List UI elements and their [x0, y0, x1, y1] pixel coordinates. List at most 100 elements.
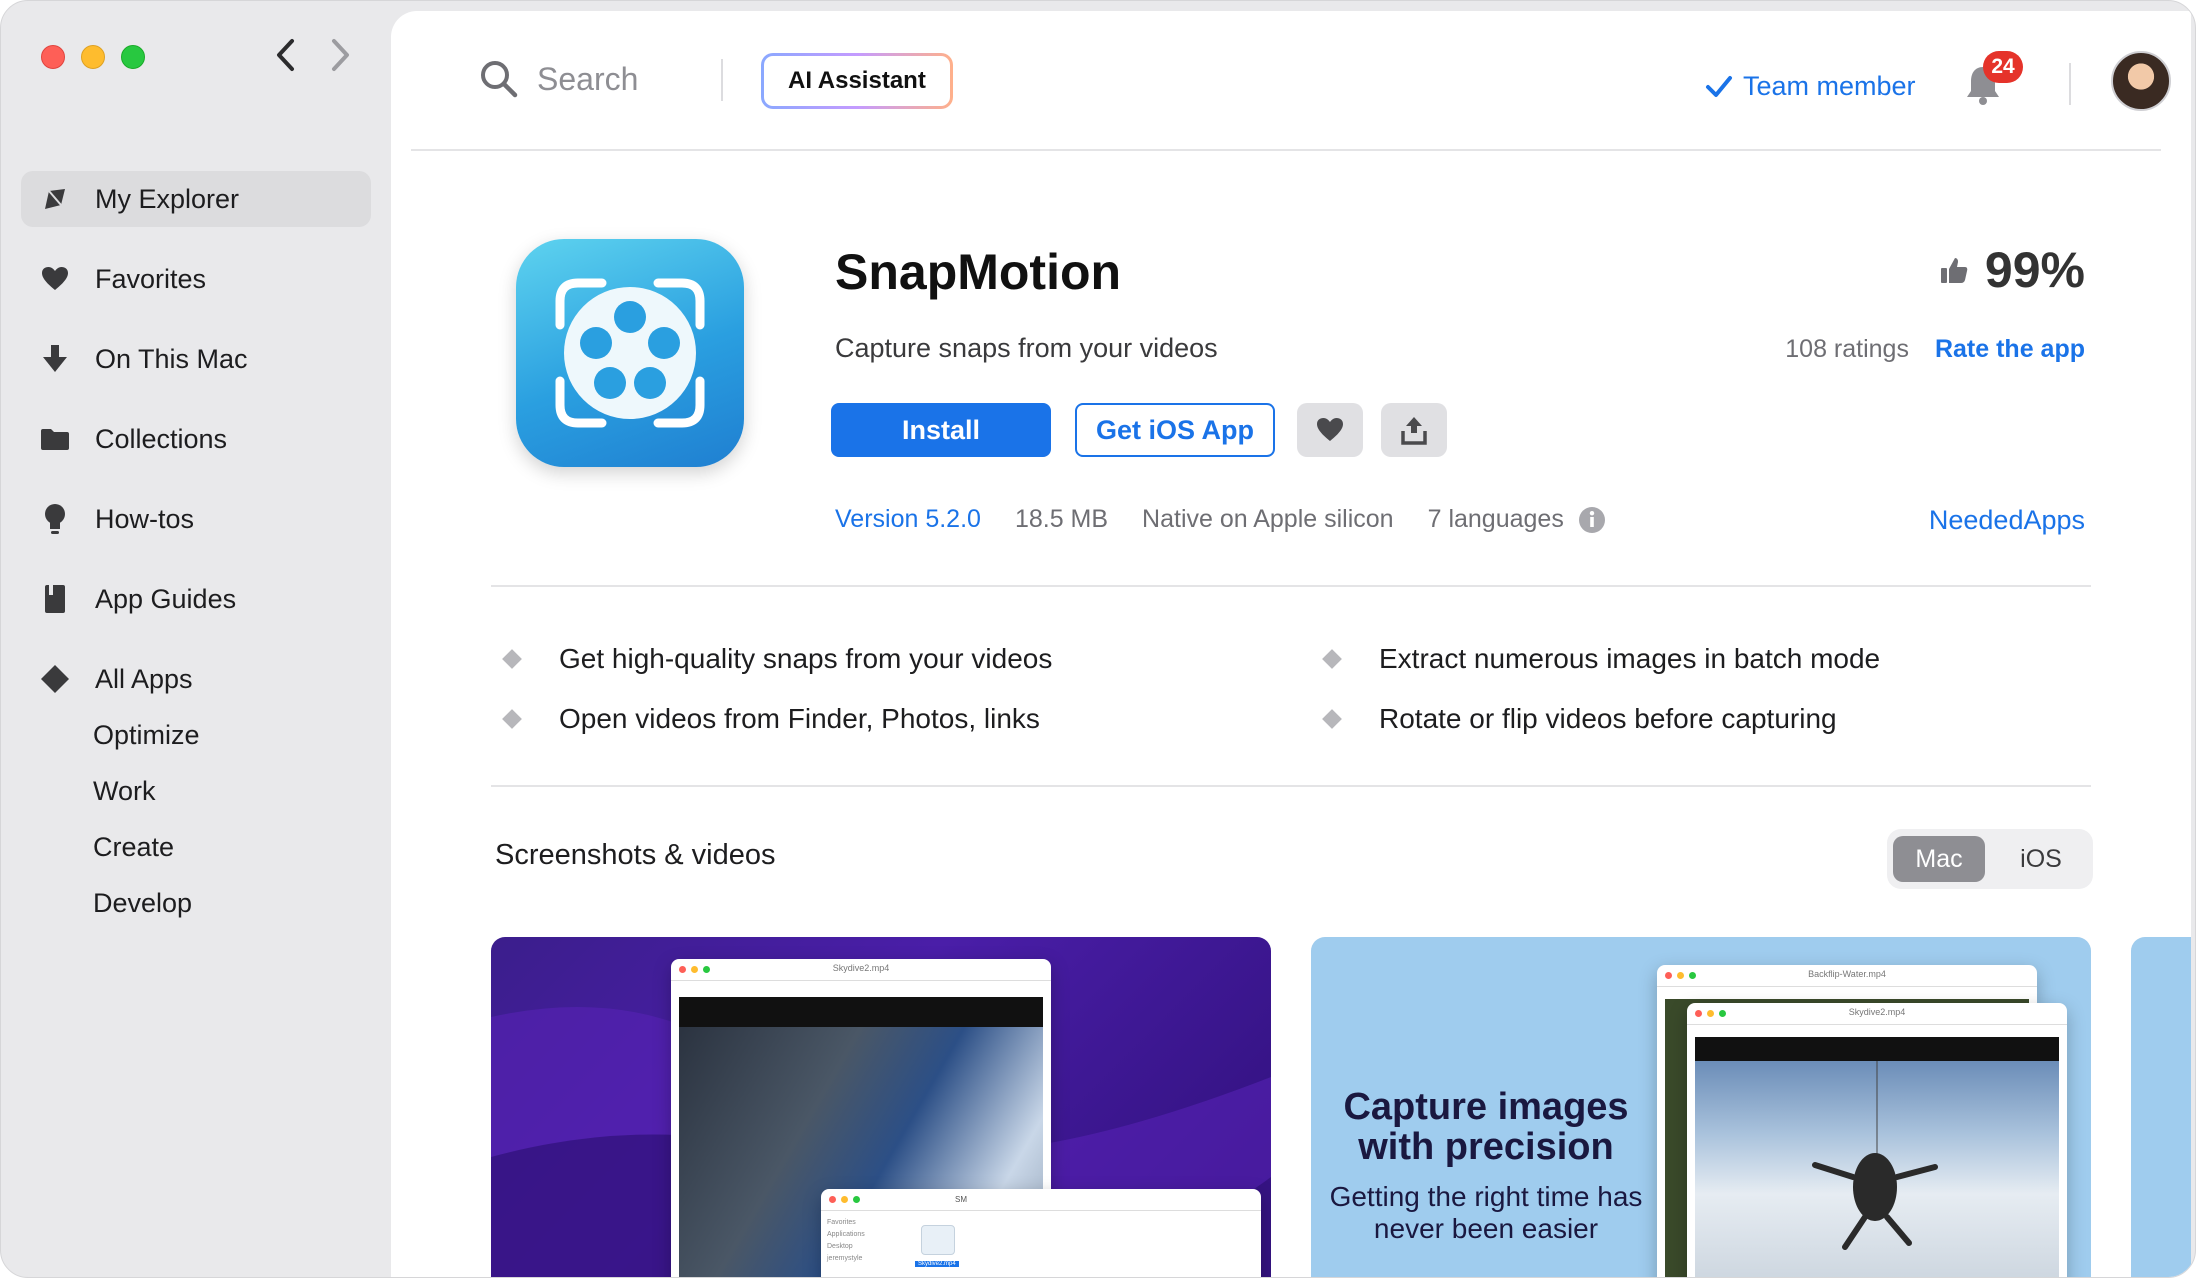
screenshots-heading: Screenshots & videos — [495, 839, 776, 871]
app-icon — [516, 239, 744, 467]
forward-arrow-icon[interactable] — [327, 37, 353, 73]
mock-window-front: Skydive2.mp4 — [1687, 1003, 2067, 1277]
mock-finder-item: jeremystyle — [827, 1255, 863, 1262]
platform-mac-tab[interactable]: Mac — [1893, 836, 1985, 882]
rating-percent: 99% — [1984, 242, 2085, 298]
sidebar-item-label: App Guides — [95, 583, 237, 614]
mock-window-title: Skydive2.mp4 — [1848, 1007, 1906, 1017]
sidebar-item-label: My Explorer — [95, 183, 240, 214]
top-bar: Search AI Assistant Team member 24 — [411, 11, 2171, 151]
install-button[interactable]: Install — [831, 403, 1051, 457]
mock-window-title: Skydive2.mp4 — [832, 963, 890, 973]
app-title: SnapMotion — [835, 244, 1122, 300]
sidebar-item-how-tos[interactable]: How-tos — [21, 491, 371, 547]
sidebar-item-collections[interactable]: Collections — [21, 411, 371, 467]
team-member-status[interactable]: Team member — [1705, 71, 1916, 102]
feature-item: Rotate or flip videos before capturing — [1321, 703, 2081, 735]
promo-text: Capture images with precision Getting th… — [1321, 1087, 1651, 1245]
notification-badge: 24 — [1983, 51, 2023, 83]
zoom-window-button[interactable] — [121, 45, 145, 69]
rating-meta: 108 ratings Rate the app — [1785, 335, 2085, 364]
bullet-diamond-icon — [1322, 709, 1342, 729]
feature-list: Get high-quality snaps from your videos … — [501, 643, 2091, 735]
mock-finder-item: Desktop — [827, 1243, 853, 1250]
ratings-count: 108 ratings — [1785, 335, 1909, 363]
divider — [721, 59, 723, 101]
lightbulb-icon — [39, 503, 71, 535]
minimize-window-button[interactable] — [81, 45, 105, 69]
heart-icon — [1317, 418, 1343, 441]
sidebar-subitem-work[interactable]: Work — [21, 763, 371, 819]
team-member-label: Team member — [1743, 71, 1916, 101]
feature-item: Extract numerous images in batch mode — [1321, 643, 2081, 675]
developer-link[interactable]: NeededApps — [1929, 505, 2085, 536]
sidebar-item-my-explorer[interactable]: My Explorer — [21, 171, 371, 227]
sidebar-item-label: All Apps — [95, 663, 193, 694]
feature-text: Extract numerous images in batch mode — [1379, 643, 1881, 674]
sidebar-item-all-apps[interactable]: All Apps — [21, 651, 371, 707]
rate-app-link[interactable]: Rate the app — [1935, 335, 2085, 364]
screenshot-thumbnail[interactable] — [2131, 937, 2191, 1277]
search-placeholder: Search — [537, 60, 639, 97]
window-controls — [41, 45, 145, 69]
divider — [491, 785, 2091, 787]
info-icon[interactable] — [1578, 506, 1606, 534]
sidebar-item-favorites[interactable]: Favorites — [21, 251, 371, 307]
share-icon — [1401, 417, 1427, 445]
feature-item: Get high-quality snaps from your videos — [501, 643, 1321, 675]
close-window-button[interactable] — [41, 45, 65, 69]
checkmark-icon — [1706, 75, 1732, 97]
languages: 7 languages — [1428, 505, 1606, 534]
rating-summary: 99% — [1939, 241, 2085, 299]
screenshot-thumbnail[interactable]: Capture images with precision Getting th… — [1311, 937, 2091, 1277]
favorite-button[interactable] — [1297, 403, 1363, 457]
search-icon — [481, 61, 518, 98]
share-button[interactable] — [1381, 403, 1447, 457]
native-label: Native on Apple silicon — [1142, 505, 1394, 533]
feature-text: Rotate or flip videos before capturing — [1379, 703, 1837, 734]
sidebar-item-label: Favorites — [95, 263, 207, 294]
sidebar-subitem-create[interactable]: Create — [21, 819, 371, 875]
back-arrow-icon[interactable] — [273, 37, 299, 73]
mock-finder-sidebar: Favorites Applications Desktop jeremysty… — [827, 1217, 865, 1265]
sidebar: My Explorer Favorites On This Mac Collec… — [1, 1, 391, 1277]
sidebar-nav: My Explorer Favorites On This Mac Collec… — [21, 171, 371, 931]
explorer-icon — [39, 183, 71, 215]
promo-subheading: Getting the right time has never been ea… — [1329, 1181, 1643, 1244]
diamond-icon — [39, 663, 71, 695]
thumbs-up-icon — [1940, 258, 1968, 283]
heart-icon — [39, 263, 71, 295]
screenshot-thumbnail[interactable]: Skydive2.mp4 SM Favorites Applications D… — [491, 937, 1271, 1277]
app-window: My Explorer Favorites On This Mac Collec… — [0, 0, 2196, 1278]
mock-finder-title: SM — [955, 1195, 967, 1204]
mock-finder-item: Applications — [827, 1231, 865, 1238]
feature-text: Open videos from Finder, Photos, links — [559, 703, 1040, 734]
sidebar-item-app-guides[interactable]: App Guides — [21, 571, 371, 627]
mock-file-label: Skydive2.mp4 — [915, 1261, 959, 1267]
bullet-diamond-icon — [1322, 649, 1342, 669]
platform-ios-tab[interactable]: iOS — [1995, 836, 2087, 882]
sidebar-item-label: How-tos — [95, 503, 195, 534]
main-content: Search AI Assistant Team member 24 SnapM… — [391, 11, 2191, 1277]
skydiver-figure — [1812, 1061, 1938, 1250]
sidebar-subitem-develop[interactable]: Develop — [21, 875, 371, 931]
feature-text: Get high-quality snaps from your videos — [559, 643, 1053, 674]
avatar[interactable] — [2111, 51, 2171, 111]
feature-item: Open videos from Finder, Photos, links — [501, 703, 1321, 735]
sidebar-subitem-optimize[interactable]: Optimize — [21, 707, 371, 763]
mock-file-icon — [921, 1225, 955, 1255]
download-icon — [39, 343, 71, 375]
mock-window-bar: SM — [821, 1189, 1261, 1211]
version-link[interactable]: Version 5.2.0 — [835, 505, 981, 534]
mock-finder-window: SM Favorites Applications Desktop jeremy… — [821, 1189, 1261, 1277]
search-input[interactable]: Search — [479, 59, 638, 99]
app-subtitle: Capture snaps from your videos — [835, 333, 1218, 363]
ai-assistant-button[interactable]: AI Assistant — [761, 53, 953, 109]
sidebar-item-on-this-mac[interactable]: On This Mac — [21, 331, 371, 387]
book-icon — [39, 583, 71, 615]
get-ios-app-button[interactable]: Get iOS App — [1075, 403, 1275, 457]
sidebar-item-label: On This Mac — [95, 343, 248, 374]
mock-video-frame — [1695, 1037, 2059, 1277]
languages-label: 7 languages — [1427, 505, 1564, 533]
divider — [491, 585, 2091, 587]
